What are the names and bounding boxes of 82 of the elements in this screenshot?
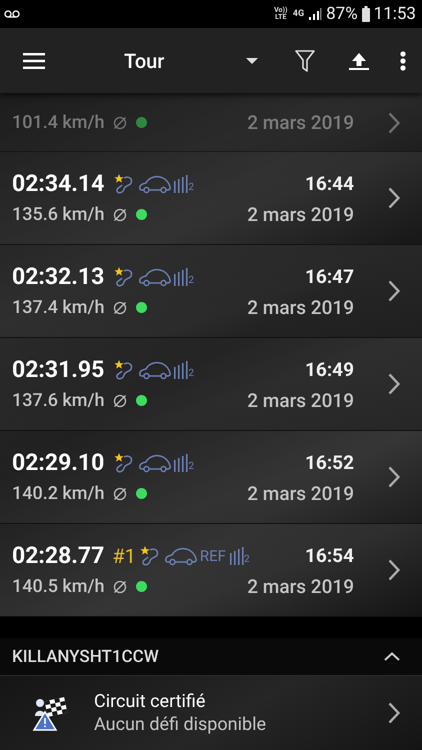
lap-clock-time: 16:52 bbox=[305, 451, 354, 474]
average-icon bbox=[112, 208, 126, 222]
lap-row[interactable]: 101.4 km/h 2 mars 2019 bbox=[0, 93, 422, 152]
chevron-right-icon bbox=[388, 187, 400, 209]
car-icon bbox=[138, 174, 172, 194]
status-dot bbox=[136, 581, 146, 592]
bars-icon bbox=[174, 174, 188, 192]
rank-label: #1 bbox=[112, 544, 136, 568]
filter-icon bbox=[295, 50, 315, 72]
battery-level: 87% bbox=[326, 4, 358, 24]
lap-row[interactable]: 02:28.77 #1 REF 2 16:54 140.5 km/h 2 mars 2019 bbox=[0, 524, 422, 617]
lap-clock-time: 16:44 bbox=[305, 172, 354, 195]
lap-type-dropdown[interactable]: Tour bbox=[62, 40, 278, 80]
status-dot bbox=[136, 395, 146, 406]
average-icon bbox=[112, 116, 126, 130]
lap-date: 2 mars 2019 bbox=[247, 296, 354, 319]
sensor-count: 2 bbox=[188, 274, 194, 286]
sensor-count: 2 bbox=[244, 554, 250, 564]
car-icon bbox=[138, 360, 172, 380]
lap-time: 02:34.14 bbox=[12, 170, 104, 197]
chevron-right-icon bbox=[388, 466, 400, 488]
chevron-right-icon bbox=[388, 280, 400, 302]
chevron-right-icon bbox=[388, 702, 400, 724]
average-icon bbox=[112, 486, 126, 500]
status-dot bbox=[136, 488, 146, 499]
average-icon bbox=[112, 580, 126, 594]
signal-icon bbox=[308, 8, 322, 20]
car-icon bbox=[138, 452, 172, 472]
status-dot bbox=[136, 209, 146, 220]
more-icon bbox=[400, 50, 406, 70]
lap-clock-time: 16:49 bbox=[305, 358, 354, 381]
average-speed: 101.4 km/h bbox=[12, 112, 104, 133]
average-speed: 140.5 km/h bbox=[12, 576, 104, 597]
chevron-right-icon bbox=[388, 112, 400, 134]
sensor-count: 2 bbox=[188, 460, 194, 472]
lap-date: 2 mars 2019 bbox=[247, 203, 354, 226]
status-dot bbox=[136, 117, 146, 128]
battery-icon bbox=[362, 6, 370, 22]
section-header[interactable]: KILLANYSHT1CCW bbox=[0, 638, 422, 676]
clock: 11:53 bbox=[374, 4, 416, 24]
average-icon bbox=[112, 300, 126, 314]
lap-row[interactable]: 02:29.10 2 16:52 140.2 km/h 2 mars 2019 bbox=[0, 431, 422, 524]
lap-date: 2 mars 2019 bbox=[247, 389, 354, 412]
sensor-count: 2 bbox=[188, 368, 194, 378]
average-speed: 135.6 km/h bbox=[12, 204, 104, 225]
challenge-title: Circuit certifié bbox=[94, 691, 206, 712]
bars-icon bbox=[174, 454, 188, 472]
lap-row[interactable]: 02:31.95 2 16:49 137.6 km/h 2 mars 2019 bbox=[0, 338, 422, 431]
average-speed: 137.6 km/h bbox=[12, 390, 104, 411]
chevron-right-icon bbox=[388, 559, 400, 581]
average-icon bbox=[112, 394, 126, 408]
chevron-right-icon bbox=[388, 373, 400, 395]
lap-row[interactable]: 02:34.14 2 16:44 135.6 km/h 2 mars 2019 bbox=[0, 152, 422, 245]
challenge-row[interactable]: Circuit certifié Aucun défi disponible bbox=[0, 676, 422, 750]
average-speed: 140.2 km/h bbox=[12, 483, 104, 504]
car-icon bbox=[164, 546, 198, 566]
bars-icon bbox=[174, 360, 188, 378]
average-speed: 137.4 km/h bbox=[12, 297, 104, 318]
upload-icon bbox=[349, 52, 369, 70]
bars-icon bbox=[230, 546, 244, 564]
network-label: 4G bbox=[292, 9, 304, 19]
lap-time: 02:28.77 bbox=[12, 542, 104, 569]
lap-time: 02:31.95 bbox=[12, 356, 104, 383]
section-title: KILLANYSHT1CCW bbox=[12, 646, 159, 666]
lap-date: 2 mars 2019 bbox=[247, 111, 354, 134]
voicemail-icon bbox=[4, 10, 20, 18]
lap-time: 02:29.10 bbox=[12, 449, 104, 476]
certified-circuit-icon bbox=[32, 694, 70, 732]
status-dot bbox=[136, 302, 146, 313]
lap-date: 2 mars 2019 bbox=[247, 575, 354, 598]
ref-label: REF bbox=[200, 546, 226, 564]
lap-clock-time: 16:47 bbox=[305, 265, 354, 288]
sensor-count: 2 bbox=[188, 182, 194, 192]
bars-icon bbox=[174, 268, 188, 286]
car-icon bbox=[138, 266, 172, 286]
lap-row[interactable]: 02:32.13 2 16:47 137.4 km/h 2 mars 2019 bbox=[0, 245, 422, 338]
lap-clock-time: 16:54 bbox=[305, 544, 354, 567]
lap-date: 2 mars 2019 bbox=[247, 482, 354, 505]
challenge-subtitle: Aucun défi disponible bbox=[94, 714, 267, 735]
dropdown-arrow-icon bbox=[246, 58, 258, 64]
lap-time: 02:32.13 bbox=[12, 263, 104, 290]
menu-icon bbox=[23, 52, 45, 68]
